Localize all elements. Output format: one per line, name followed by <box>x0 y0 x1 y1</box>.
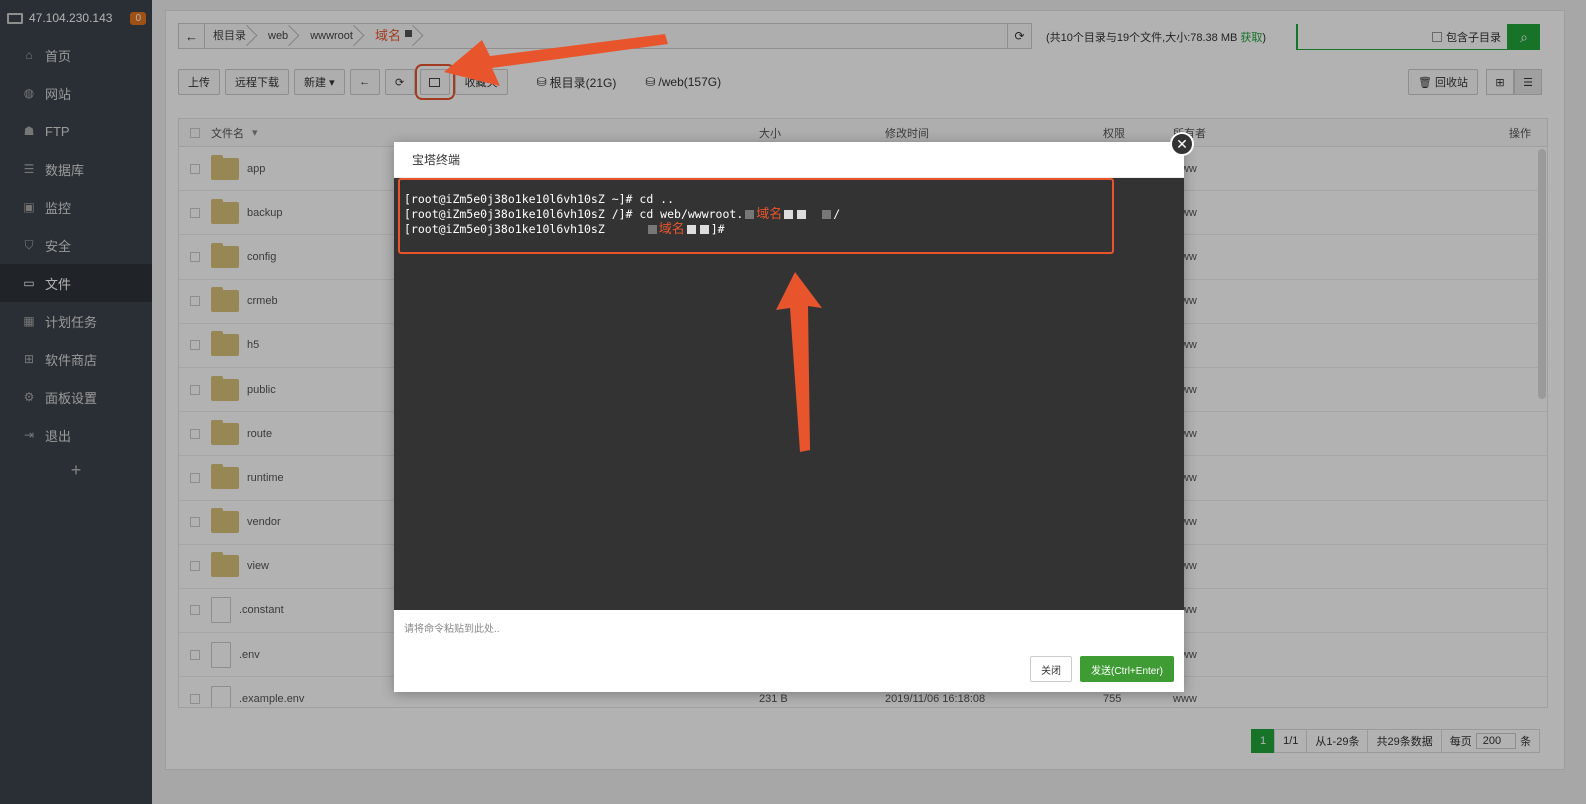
terminal-output[interactable]: [root@iZm5e0j38o1ke10l6vh10sZ ~]# cd .. … <box>394 178 1184 610</box>
close-button[interactable]: 关闭 <box>1030 656 1073 682</box>
send-button[interactable]: 发送(Ctrl+Enter) <box>1080 656 1174 682</box>
annotation-highlight-box <box>398 178 1114 254</box>
terminal-modal: 宝塔终端 [root@iZm5e0j38o1ke10l6vh10sZ ~]# c… <box>394 142 1184 692</box>
command-placeholder: 请将命令粘贴到此处.. <box>404 624 500 635</box>
close-icon[interactable]: ✕ <box>1170 132 1194 156</box>
modal-title: 宝塔终端 <box>394 142 1184 178</box>
modal-footer: 关闭 发送(Ctrl+Enter) <box>1030 656 1174 682</box>
